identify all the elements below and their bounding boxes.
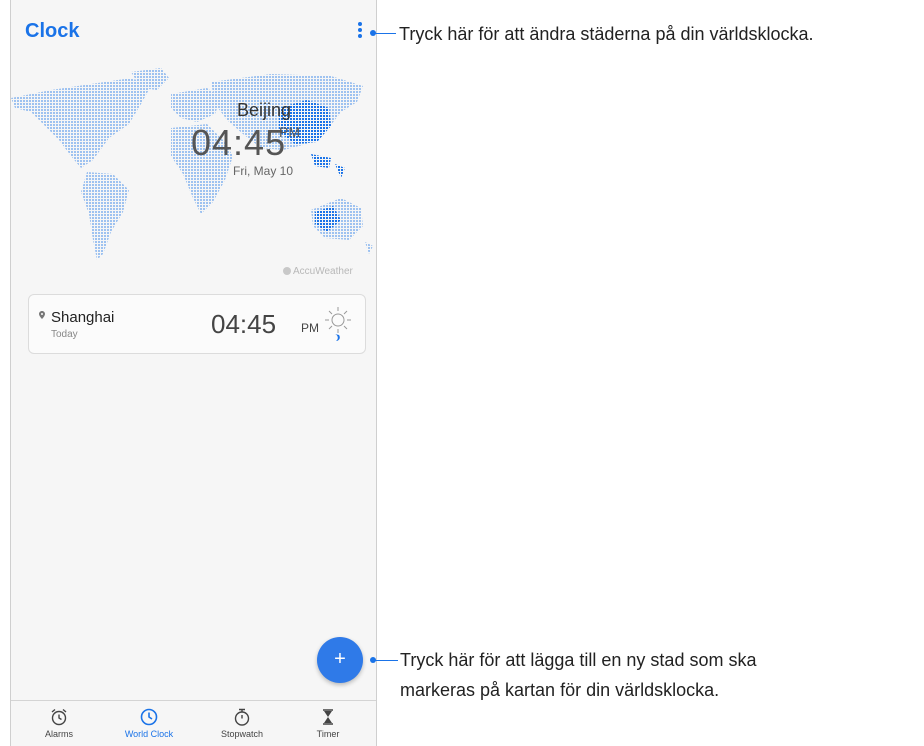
sun-moon-icon	[325, 307, 351, 341]
overflow-menu-button[interactable]	[355, 22, 365, 42]
nav-label: Stopwatch	[220, 729, 264, 739]
alarm-clock-icon	[51, 708, 67, 726]
world-map-icon	[11, 68, 373, 260]
city-day: Today	[51, 329, 78, 340]
callout-menu-text: Tryck här för att ändra städerna på din …	[399, 24, 814, 44]
nav-tab-stopwatch[interactable]: Stopwatch	[207, 707, 277, 739]
map-city-name: Beijing	[237, 100, 292, 120]
map-time: 04:45	[191, 122, 287, 163]
nav-tab-alarms[interactable]: Alarms	[24, 707, 94, 739]
city-card-shanghai[interactable]: Shanghai Today 04:45 PM	[28, 294, 366, 354]
nav-label: Alarms	[44, 729, 73, 739]
callout-line	[374, 33, 396, 34]
nav-label: World Clock	[124, 729, 174, 739]
nav-tab-timer[interactable]: Timer	[293, 707, 363, 739]
city-ampm: PM	[301, 321, 319, 335]
phone-screen: Clock Beijing 04:45 PM Fri, May 10 AccuW…	[10, 0, 377, 746]
world-map[interactable]: Beijing 04:45 PM Fri, May 10 AccuWeather	[11, 64, 376, 284]
menu-dot-icon	[358, 34, 362, 38]
map-ampm: PM	[279, 124, 300, 140]
add-city-button[interactable]: +	[317, 637, 363, 683]
callout-add-text-line1: Tryck här för att lägga till en ny stad …	[400, 650, 757, 670]
clock-icon	[140, 708, 158, 726]
callout-line	[374, 660, 398, 661]
city-name: Shanghai	[51, 309, 115, 326]
menu-dot-icon	[358, 28, 362, 32]
app-title: Clock	[25, 20, 80, 42]
accuweather-logo: AccuWeather	[283, 266, 353, 277]
bottom-nav: Alarms World Clock Stopwatch Timer	[11, 700, 376, 746]
location-pin-icon	[39, 311, 45, 319]
accuweather-icon	[283, 267, 291, 275]
menu-dot-icon	[358, 22, 362, 26]
nav-tab-world-clock[interactable]: World Clock	[114, 707, 184, 739]
map-date: Fri, May 10	[233, 164, 294, 178]
nav-label: Timer	[316, 729, 340, 739]
hourglass-icon	[323, 709, 333, 725]
callout-add-text-line2: markeras på kartan för din världsklocka.	[400, 680, 720, 700]
stopwatch-icon	[234, 708, 250, 726]
city-time: 04:45	[211, 309, 277, 339]
